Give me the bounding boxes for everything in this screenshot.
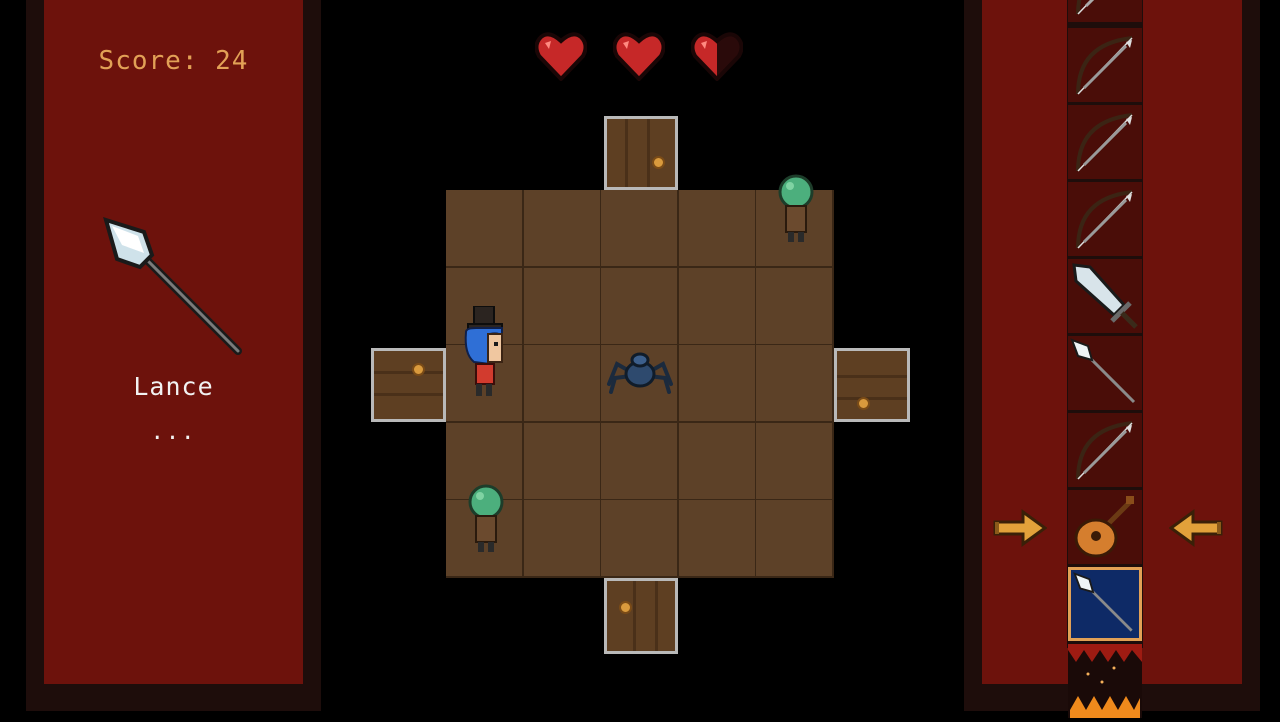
bow-icon [1076,36,1133,95]
arrow-right-icon[interactable] [993,508,1047,548]
score-label: Score: 24 [98,46,249,76]
floor-tile [678,345,757,424]
heart-half-icon [691,32,743,81]
floor-tile [756,345,835,424]
inventory-slot-selected[interactable] [1068,567,1142,641]
floor-tile [756,422,835,501]
inventory-slot[interactable] [1068,182,1142,256]
door-south[interactable] [604,578,678,654]
floor-tile [678,267,757,346]
tree-zombie-enemy [468,484,504,552]
bow-icon [1076,421,1133,480]
floor-tile [446,190,524,268]
inventory-slot[interactable] [1068,28,1142,102]
sword-icon [1072,263,1138,329]
inventory-slot[interactable] [1068,413,1142,487]
player-character [464,306,503,396]
floor-tile [523,267,602,346]
bow-icon [1076,190,1133,249]
inventory-slot[interactable] [1068,490,1142,564]
bow-icon [1076,0,1095,15]
item-description-label: ... [150,420,197,445]
floor-tile [601,422,680,501]
heart-full-icon [535,32,587,81]
floor-tile [601,190,680,268]
floor-tile [601,500,680,579]
spear-icon [1073,572,1133,632]
arrow-left-icon[interactable] [1169,508,1223,548]
lance-icon [103,216,242,355]
inventory-slot[interactable] [1068,259,1142,333]
spear-icon [1070,338,1136,404]
spider-enemy [607,352,673,394]
floor-tile [601,267,680,346]
inventory-slot[interactable] [1068,105,1142,179]
door-west[interactable] [371,348,446,422]
floor-tile [678,190,757,268]
inventory-slot[interactable] [1068,336,1142,410]
inventory-slot[interactable] [1068,644,1142,718]
door-north[interactable] [604,116,678,190]
health-hearts [535,31,747,83]
floor-tile [756,267,835,346]
spike-trap-icon [1068,644,1142,718]
bow-icon [1076,113,1133,172]
floor-tile [523,190,602,268]
door-east[interactable] [834,348,910,422]
floor-tile [523,345,602,424]
heart-full-icon [613,32,665,81]
item-name-label: Lance [133,372,214,401]
floor-tile [523,500,602,579]
floor-tile [756,500,835,579]
floor-tile [523,422,602,501]
floor-tile [678,500,757,579]
floor-tile [678,422,757,501]
tree-zombie-enemy [778,174,814,242]
inventory-slot-partial[interactable] [1068,0,1142,22]
lute-icon [1074,496,1134,558]
